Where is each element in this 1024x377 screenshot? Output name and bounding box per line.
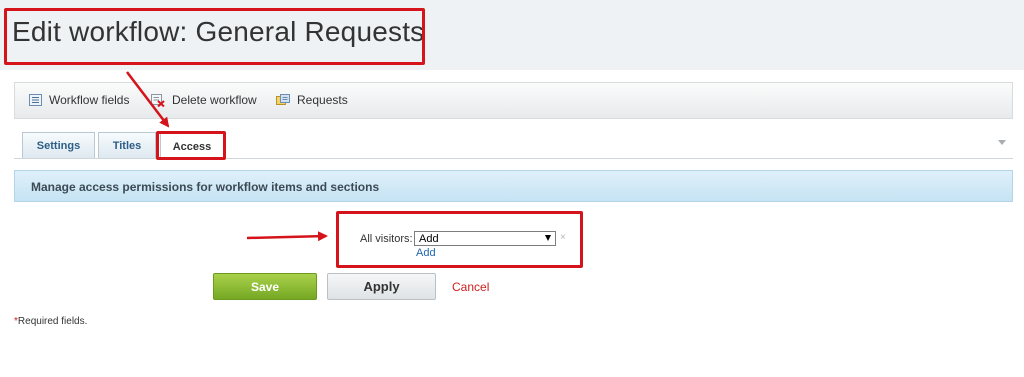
delete-icon	[151, 93, 165, 107]
pointer-to-permissions-arrow	[246, 231, 328, 242]
section-heading: Manage access permissions for workflow i…	[14, 170, 1013, 202]
delete-workflow-button[interactable]: Delete workflow	[151, 93, 257, 107]
toolbar: Workflow fields Delete workflow Requests	[14, 82, 1013, 119]
required-fields-note: *Required fields.	[14, 316, 87, 327]
save-button[interactable]: Save	[213, 273, 317, 300]
requests-label: Requests	[297, 93, 348, 107]
tabs-menu-arrow-icon[interactable]	[998, 140, 1006, 145]
title-highlight-box	[4, 8, 425, 65]
page: Edit workflow: General Requests Workflow…	[0, 0, 1024, 377]
workflow-fields-label: Workflow fields	[49, 93, 130, 107]
list-icon	[29, 94, 42, 106]
access-tab-highlight-box	[156, 131, 226, 160]
delete-workflow-label: Delete workflow	[172, 93, 257, 107]
permissions-highlight-box	[336, 211, 583, 268]
tab-titles[interactable]: Titles	[98, 132, 156, 159]
requests-icon	[276, 94, 290, 106]
requests-button[interactable]: Requests	[276, 93, 348, 107]
apply-button[interactable]: Apply	[327, 273, 436, 300]
workflow-fields-button[interactable]: Workflow fields	[29, 93, 129, 107]
tab-settings[interactable]: Settings	[22, 132, 95, 159]
required-fields-text: Required fields.	[17, 316, 88, 327]
cancel-link[interactable]: Cancel	[452, 280, 489, 294]
